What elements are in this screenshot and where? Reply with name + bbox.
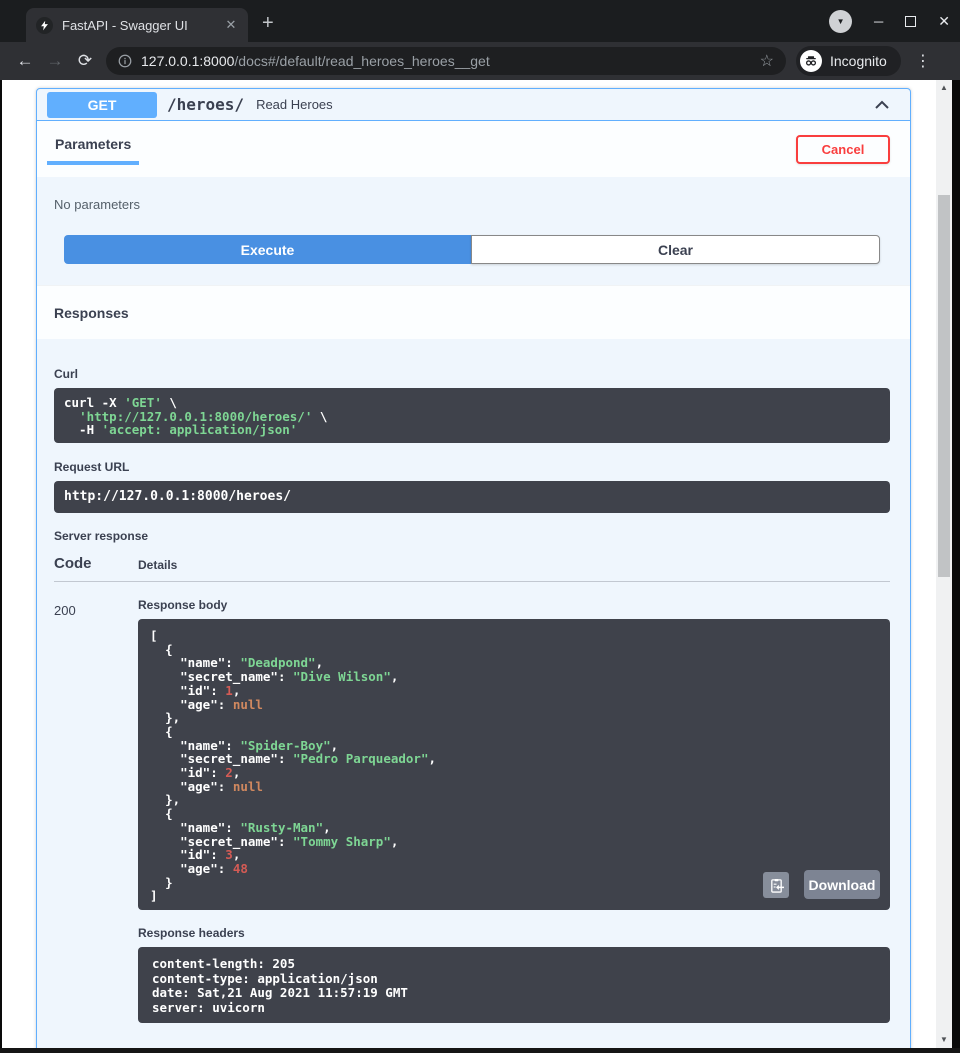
profile-icon[interactable]: ▼ [829, 10, 852, 33]
window-edge-bottom [0, 1048, 960, 1053]
scrollbar-thumb[interactable] [938, 195, 950, 577]
site-info-icon[interactable] [118, 54, 132, 68]
window-edge-right [952, 80, 960, 1053]
copy-response-button[interactable] [763, 872, 789, 898]
parameters-body: No parameters Execute Clear [37, 177, 910, 264]
request-url-value: http://127.0.0.1:8000/heroes/ [54, 481, 890, 513]
code-column-header: Code [54, 555, 138, 572]
swagger-page: GET /heroes/ Read Heroes Parameters Canc… [0, 80, 960, 1053]
opblock-get-heroes: GET /heroes/ Read Heroes Parameters Canc… [36, 88, 911, 1053]
address-bar[interactable]: 127.0.0.1:8000/docs#/default/read_heroes… [106, 47, 786, 75]
clear-button[interactable]: Clear [471, 235, 880, 264]
response-body-json: [ { "name": "Deadpond", "secret_name": "… [138, 619, 890, 910]
tab-strip: FastAPI - Swagger UI ✕ + ▼ ─ ✕ [0, 0, 960, 42]
http-method-badge: GET [47, 92, 157, 118]
tab-title: FastAPI - Swagger UI [62, 18, 222, 33]
forward-button[interactable]: → [40, 51, 70, 71]
curl-command: curl -X 'GET' \ 'http://127.0.0.1:8000/h… [54, 388, 890, 443]
response-body-label: Response body [138, 598, 890, 612]
reload-button[interactable]: ⟳ [70, 51, 100, 71]
new-tab-button[interactable]: + [262, 13, 274, 33]
url-text: 127.0.0.1:8000/docs#/default/read_heroes… [141, 53, 760, 69]
collapse-chevron-icon[interactable] [872, 95, 892, 115]
curl-label: Curl [54, 339, 890, 381]
response-headers-block: content-length: 205 content-type: applic… [138, 947, 890, 1023]
close-window-button[interactable]: ✕ [938, 13, 950, 30]
browser-toolbar: ← → ⟳ 127.0.0.1:8000/docs#/default/read_… [0, 42, 960, 80]
url-host: 127.0.0.1:8000 [141, 53, 234, 69]
server-response-label: Server response [54, 513, 890, 543]
maximize-button[interactable] [905, 16, 916, 27]
server-response-table: Code Details 200 Response body [ { "name… [54, 555, 890, 1023]
no-parameters-text: No parameters [54, 197, 893, 212]
scrollbar-down-icon[interactable]: ▼ [936, 1033, 952, 1047]
incognito-badge: Incognito [796, 46, 901, 76]
window-edge-left [0, 80, 2, 1053]
cancel-button[interactable]: Cancel [796, 135, 890, 164]
opblock-summary[interactable]: GET /heroes/ Read Heroes [37, 89, 910, 121]
responses-header: Responses [37, 285, 910, 339]
responses-title: Responses [54, 305, 129, 321]
scrollbar-up-icon[interactable]: ▲ [936, 81, 952, 95]
fastapi-favicon-icon [36, 17, 53, 34]
download-button[interactable]: Download [804, 870, 880, 899]
response-headers-label: Response headers [138, 910, 890, 940]
endpoint-summary: Read Heroes [256, 97, 333, 112]
execute-button[interactable]: Execute [64, 235, 471, 264]
endpoint-path: /heroes/ [167, 95, 244, 114]
responses-body: Curl curl -X 'GET' \ 'http://127.0.0.1:8… [37, 339, 910, 1043]
incognito-label: Incognito [830, 53, 887, 69]
minimize-button[interactable]: ─ [874, 14, 883, 29]
incognito-icon [800, 50, 822, 72]
request-url-label: Request URL [54, 443, 890, 474]
status-code: 200 [54, 598, 138, 1023]
menu-kebab-icon[interactable]: ⋮ [911, 51, 935, 71]
tab-parameters[interactable]: Parameters [47, 121, 139, 165]
url-path: /docs#/default/read_heroes_heroes__get [234, 53, 489, 69]
details-column-header: Details [138, 558, 177, 572]
bookmark-star-icon[interactable]: ☆ [760, 51, 774, 71]
page-scrollbar[interactable]: ▲ ▼ [936, 80, 952, 1048]
back-button[interactable]: ← [10, 51, 40, 71]
parameters-header: Parameters Cancel [37, 121, 910, 177]
tab-close-icon[interactable]: ✕ [222, 16, 240, 34]
response-row-200: 200 Response body [ { "name": "Deadpond"… [54, 582, 890, 1023]
browser-tab[interactable]: FastAPI - Swagger UI ✕ [26, 8, 248, 42]
